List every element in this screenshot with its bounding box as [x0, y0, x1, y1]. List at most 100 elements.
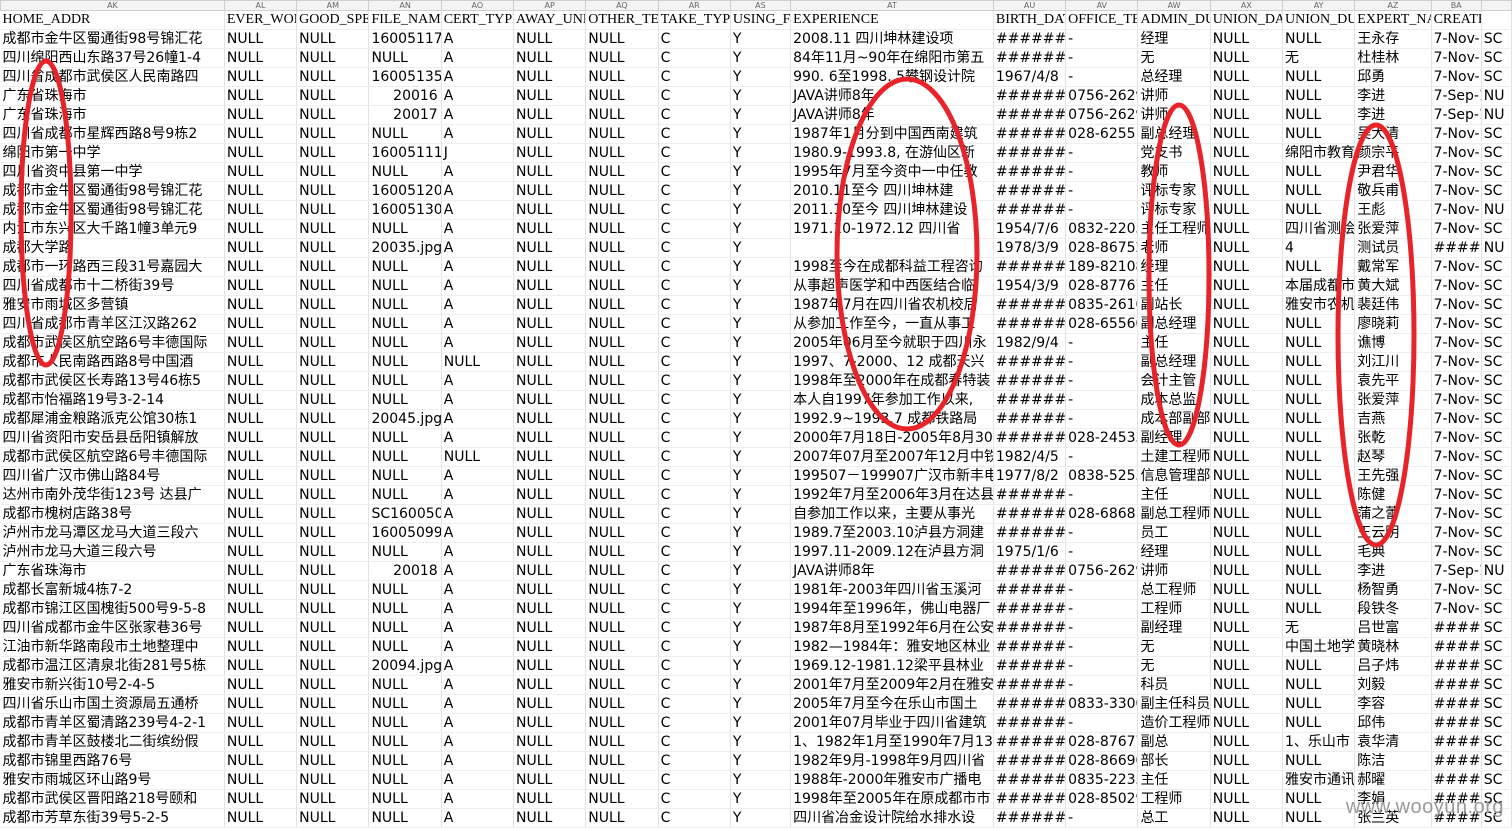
table-cell[interactable]: 廖晓莉	[1354, 314, 1432, 334]
table-cell[interactable]: 1980.9-1993.8, 在游仙区新	[790, 143, 994, 163]
table-cell[interactable]: Y	[730, 504, 792, 524]
table-cell[interactable]: SC	[1481, 466, 1512, 486]
table-cell[interactable]: ########	[993, 409, 1067, 429]
table-cell[interactable]: 成都市温江区清泉北街281号5栋	[0, 656, 225, 676]
table-cell[interactable]: SC	[1481, 637, 1512, 657]
table-cell[interactable]: NULL	[368, 808, 442, 828]
table-cell[interactable]: ########	[993, 675, 1067, 695]
table-cell[interactable]: NULL	[296, 143, 370, 163]
table-cell[interactable]: 李进	[1354, 561, 1432, 581]
table-cell[interactable]: NULL	[224, 808, 298, 828]
table-cell[interactable]: NULL	[296, 675, 370, 695]
table-cell[interactable]: C	[658, 29, 731, 49]
table-cell[interactable]: Y	[730, 789, 792, 809]
table-cell[interactable]: NULL	[296, 181, 370, 201]
table-cell[interactable]: 绵阳市第一中学	[0, 143, 225, 163]
table-cell[interactable]: ########	[993, 618, 1067, 638]
table-cell[interactable]: 李进	[1354, 105, 1432, 125]
table-cell[interactable]: NULL	[1210, 447, 1284, 467]
table-cell[interactable]: Y	[730, 599, 792, 619]
table-cell[interactable]: SC	[1481, 29, 1512, 49]
table-cell[interactable]: 7-Nov-12	[1431, 143, 1482, 163]
table-cell[interactable]: C	[658, 162, 731, 182]
table-cell[interactable]: NULL	[513, 599, 587, 619]
table-cell[interactable]: 1954/7/6	[993, 219, 1067, 239]
table-cell[interactable]: SC	[1481, 694, 1512, 714]
table-cell[interactable]: 副站长	[1137, 295, 1211, 315]
table-cell[interactable]: NULL	[585, 295, 659, 315]
table-cell[interactable]: NULL	[296, 314, 370, 334]
column-letter-as[interactable]: AS	[729, 0, 792, 11]
table-cell[interactable]: NULL	[585, 504, 659, 524]
table-cell[interactable]: 028-68681	[1065, 504, 1139, 524]
table-cell[interactable]: NULL	[513, 181, 587, 201]
table-cell[interactable]: 7-Nov-12	[1431, 599, 1482, 619]
table-cell[interactable]: C	[658, 390, 731, 410]
table-cell[interactable]: NULL	[224, 238, 298, 258]
table-cell[interactable]: A	[441, 466, 515, 486]
table-cell[interactable]: NULL	[224, 295, 298, 315]
column-letter-au[interactable]: AU	[992, 0, 1067, 11]
table-cell[interactable]: 成本总监	[1137, 390, 1211, 410]
table-cell[interactable]: NULL	[513, 314, 587, 334]
table-cell[interactable]: NULL	[224, 504, 298, 524]
table-cell[interactable]: 广东省珠海市	[0, 105, 225, 125]
table-cell[interactable]: NULL	[585, 143, 659, 163]
table-cell[interactable]: Y	[730, 143, 792, 163]
table-cell[interactable]: A	[441, 124, 515, 144]
column-letter-ap[interactable]: AP	[512, 0, 587, 11]
table-cell[interactable]: 黄晓林	[1354, 637, 1432, 657]
table-cell[interactable]: 7-Nov-12	[1431, 352, 1482, 372]
table-cell[interactable]: NULL	[296, 713, 370, 733]
field-header-cell[interactable]	[1481, 10, 1512, 30]
table-cell[interactable]: A	[441, 219, 515, 239]
table-cell[interactable]: -	[1065, 162, 1139, 182]
table-cell[interactable]: 2005年7月至今在乐山市国土	[790, 694, 994, 714]
table-cell[interactable]: 0756-2629	[1065, 86, 1139, 106]
table-cell[interactable]: NULL	[1210, 409, 1284, 429]
table-cell[interactable]: Y	[730, 656, 792, 676]
table-cell[interactable]: A	[441, 580, 515, 600]
table-cell[interactable]: Y	[730, 751, 792, 771]
table-cell[interactable]: 员工	[1137, 523, 1211, 543]
table-cell[interactable]: NULL	[441, 352, 515, 372]
table-cell[interactable]: NULL	[1282, 599, 1356, 619]
table-cell[interactable]: NULL	[296, 694, 370, 714]
table-cell[interactable]: SC	[1481, 618, 1512, 638]
table-cell[interactable]: 王彪	[1354, 200, 1432, 220]
table-cell[interactable]: NULL	[224, 694, 298, 714]
field-header-cell[interactable]: HOME_ADDR	[0, 10, 225, 30]
table-cell[interactable]: NULL	[585, 789, 659, 809]
table-cell[interactable]: 1981年-2003年四川省玉溪河	[790, 580, 994, 600]
table-cell[interactable]: NULL	[585, 485, 659, 505]
table-cell[interactable]: Y	[730, 523, 792, 543]
table-cell[interactable]: NULL	[513, 409, 587, 429]
table-cell[interactable]: NULL	[513, 295, 587, 315]
table-cell[interactable]: NULL	[296, 105, 370, 125]
table-cell[interactable]: NULL	[1210, 257, 1284, 277]
table-cell[interactable]: NULL	[1282, 333, 1356, 353]
table-cell[interactable]: 1982/9/4	[993, 333, 1067, 353]
table-cell[interactable]: NULL	[224, 105, 298, 125]
table-cell[interactable]: NULL	[513, 200, 587, 220]
table-cell[interactable]: 7-Nov-12	[1431, 409, 1482, 429]
table-cell[interactable]: NULL	[513, 504, 587, 524]
table-cell[interactable]: 经理	[1137, 542, 1211, 562]
table-cell[interactable]: SC	[1481, 599, 1512, 619]
table-cell[interactable]: SC	[1481, 580, 1512, 600]
table-cell[interactable]: ########	[1431, 694, 1482, 714]
table-cell[interactable]: A	[441, 181, 515, 201]
table-cell[interactable]: ########	[993, 732, 1067, 752]
table-cell[interactable]: A	[441, 314, 515, 334]
table-cell[interactable]: ########	[1431, 713, 1482, 733]
table-cell[interactable]: NULL	[296, 333, 370, 353]
table-cell[interactable]: 造价工程师	[1137, 713, 1211, 733]
table-cell[interactable]: NULL	[1210, 561, 1284, 581]
table-cell[interactable]: NULL	[1210, 238, 1284, 258]
table-cell[interactable]: ########	[993, 200, 1067, 220]
table-cell[interactable]: NULL	[1210, 124, 1284, 144]
table-cell[interactable]: NULL	[224, 200, 298, 220]
table-cell[interactable]: 成都市武侯区航空路6号丰德国际	[0, 447, 225, 467]
table-cell[interactable]: 主任	[1137, 333, 1211, 353]
table-cell[interactable]: 16005111.	[368, 143, 442, 163]
